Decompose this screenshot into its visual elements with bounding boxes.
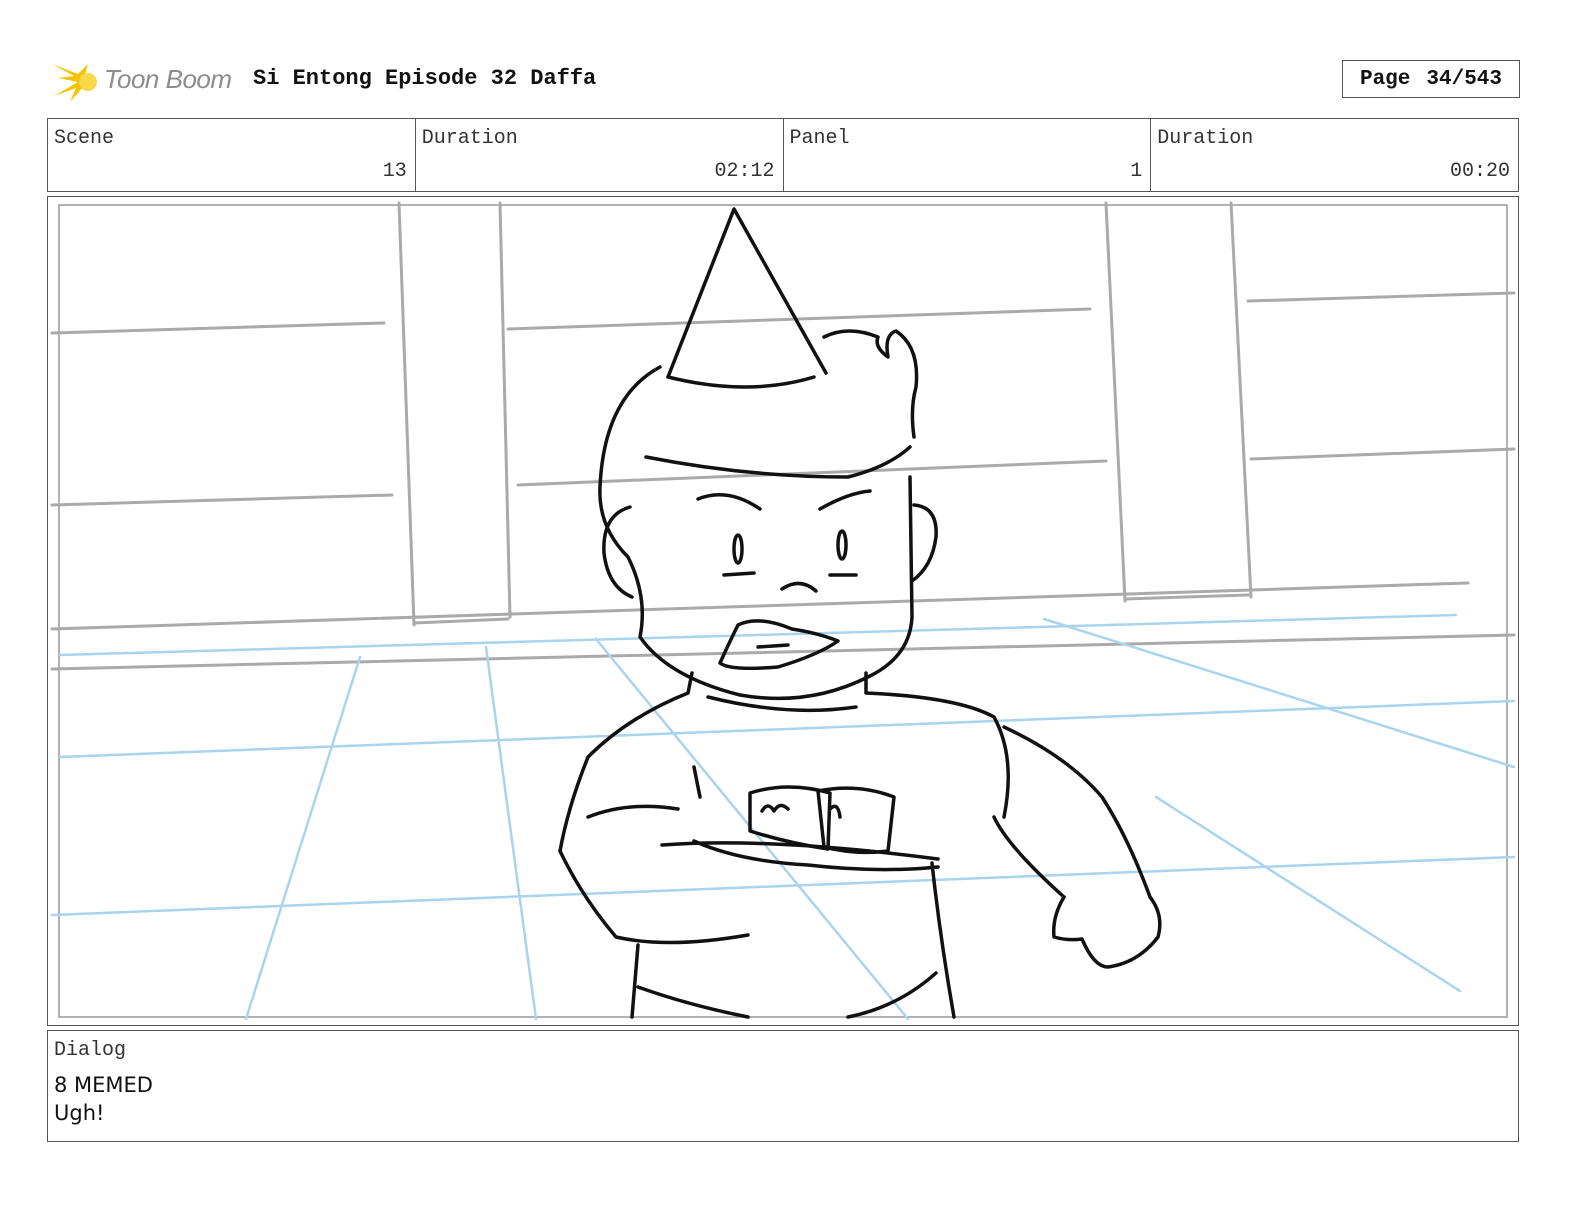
scene-duration-cell: Duration 02:12	[416, 119, 784, 191]
page-number: 34/543	[1426, 67, 1503, 91]
panel-label: Panel	[789, 127, 850, 150]
logo-text: Toon Boom	[104, 64, 232, 94]
panel-value: 1	[1130, 160, 1143, 183]
scene-label: Scene	[54, 127, 115, 150]
scene-value: 13	[382, 160, 407, 183]
dialog-box: Dialog 8 MEMED Ugh!	[47, 1030, 1519, 1142]
info-row: Scene 13 Duration 02:12 Panel 1 Duration…	[47, 118, 1519, 192]
dialog-line: Ugh!	[54, 1101, 105, 1125]
scene-duration-value: 02:12	[714, 160, 775, 183]
starburst-icon	[52, 64, 97, 102]
panel-duration-cell: Duration 00:20	[1151, 119, 1518, 191]
panel-cell: Panel 1	[784, 119, 1152, 191]
page-indicator: Page 34/543	[1342, 60, 1520, 98]
dialog-text: 8 MEMED Ugh!	[54, 1071, 153, 1127]
panel-duration-label: Duration	[1157, 127, 1254, 150]
scene-duration-label: Duration	[421, 127, 518, 150]
sketch-image	[50, 201, 1516, 1021]
document-title: Si Entong Episode 32 Daffa	[253, 66, 597, 91]
page-header: Toon Boom Si Entong Episode 32 Daffa Pag…	[48, 56, 1520, 106]
storyboard-panel	[47, 196, 1519, 1026]
page-label: Page	[1359, 67, 1411, 91]
dialog-label: Dialog	[54, 1039, 127, 1062]
toon-boom-logo: Toon Boom	[48, 56, 238, 106]
dialog-speaker: 8 MEMED	[54, 1073, 153, 1097]
panel-duration-value: 00:20	[1449, 160, 1510, 183]
scene-cell: Scene 13	[48, 119, 416, 191]
